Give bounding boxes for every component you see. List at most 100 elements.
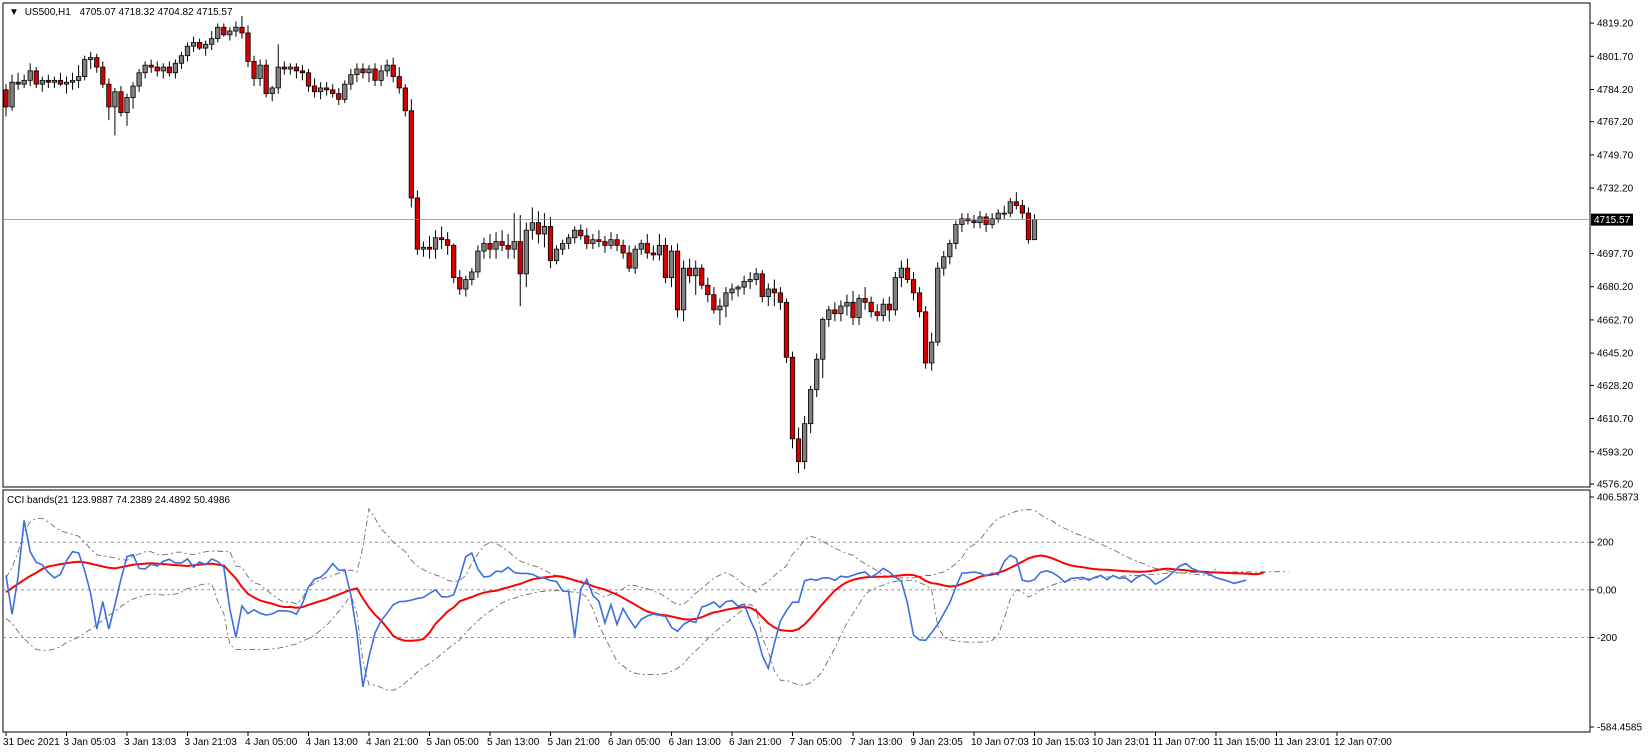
candle-body — [826, 309, 832, 320]
candle-body — [281, 66, 287, 70]
candle-body — [874, 311, 880, 316]
candle-body — [438, 237, 445, 241]
candle-body — [759, 273, 765, 297]
candle-body — [674, 250, 681, 311]
candle-body — [487, 243, 493, 250]
candle-body — [336, 93, 342, 100]
candle-body — [172, 62, 178, 74]
time-axis-label: 7 Jan 05:00 — [790, 737, 843, 748]
candle-body — [650, 252, 656, 256]
candle-body — [209, 38, 215, 45]
candle-body — [814, 358, 820, 390]
candle-body — [832, 309, 838, 315]
candle-body — [910, 279, 917, 294]
candle-body — [711, 294, 717, 311]
candle-body — [929, 341, 935, 364]
candle-body — [511, 241, 517, 250]
candle-body — [499, 241, 505, 246]
candle-body — [553, 248, 560, 261]
candle-body — [596, 239, 602, 242]
candle-body — [426, 246, 433, 250]
time-axis-label: 5 Jan 05:00 — [427, 737, 480, 748]
candle-body — [360, 68, 366, 74]
candle-body — [481, 243, 487, 252]
candle-body — [1007, 201, 1013, 214]
candle-body — [995, 212, 1001, 220]
time-axis-label: 6 Jan 13:00 — [669, 737, 722, 748]
candle-body — [457, 277, 463, 290]
candle-body — [717, 305, 723, 311]
candle-body — [1031, 219, 1038, 241]
candle-body — [293, 66, 300, 72]
candle-body — [263, 64, 269, 95]
candle-body — [112, 91, 118, 108]
triangle-down-icon: ▼ — [9, 7, 19, 18]
candle-body — [311, 85, 318, 93]
candle-body — [372, 68, 378, 81]
candle-body — [892, 277, 898, 311]
candle-body — [838, 305, 844, 315]
candle-body — [699, 267, 705, 286]
candle-body — [45, 79, 51, 83]
current-price-value: 4715.57 — [1594, 215, 1631, 226]
candle-body — [687, 267, 693, 277]
candle-body — [178, 55, 185, 64]
candle-body — [602, 241, 608, 246]
chart-symbol-header: ▼ US500,H1 4705.07 4718.32 4704.82 4715.… — [9, 7, 233, 18]
candle-body — [100, 66, 106, 85]
price-axis-label: 4662.70 — [1597, 315, 1634, 326]
candle-body — [130, 85, 136, 98]
price-axis-label: 4645.20 — [1597, 349, 1634, 360]
candle-body — [644, 243, 650, 254]
candle-body — [215, 26, 221, 40]
time-axis-label: 9 Jan 23:05 — [911, 737, 964, 748]
candle-body — [245, 32, 251, 62]
candle-body — [517, 241, 523, 275]
candle-body — [342, 83, 348, 100]
price-axis-label: 4593.20 — [1597, 447, 1634, 458]
candle-body — [233, 26, 239, 32]
candle-body — [94, 57, 100, 68]
indicator-axis-label: -200 — [1597, 633, 1617, 644]
candle-body — [390, 64, 396, 77]
price-axis-label: 4680.20 — [1597, 282, 1634, 293]
candle-body — [305, 72, 312, 87]
candle-body — [463, 279, 469, 290]
candle-body — [983, 216, 989, 225]
candle-body — [765, 288, 771, 297]
indicator-axis-label: 0.00 — [1597, 585, 1617, 596]
candle-body — [445, 239, 451, 246]
time-axis-label: 6 Jan 21:00 — [729, 737, 782, 748]
candle-body — [681, 267, 687, 311]
candle-body — [396, 76, 402, 89]
candle-body — [880, 303, 886, 316]
candle-body — [348, 74, 354, 85]
time-axis-label: 5 Jan 13:00 — [487, 737, 540, 748]
candle-body — [795, 438, 802, 463]
price-axis-label: 4801.70 — [1597, 52, 1634, 63]
candle-body — [862, 298, 868, 303]
time-axis-label: 3 Jan 05:03 — [64, 737, 117, 748]
candle-body — [63, 81, 70, 85]
candle-body — [868, 301, 874, 313]
candle-body — [850, 301, 856, 318]
indicator-axis-label: -584.4585 — [1597, 723, 1642, 734]
candle-body — [620, 244, 626, 254]
candle-body — [656, 244, 663, 256]
candle-body — [203, 43, 209, 49]
candle-body — [275, 66, 281, 89]
candle-body — [590, 239, 596, 244]
candle-body — [777, 292, 784, 303]
candle-body — [33, 70, 39, 85]
time-axis-label: 10 Jan 07:03 — [971, 737, 1029, 748]
candle-body — [735, 286, 741, 290]
candle-body — [753, 273, 759, 280]
candle-body — [184, 45, 191, 57]
candle-body — [547, 226, 554, 261]
time-axis-label: 4 Jan 05:00 — [245, 737, 298, 748]
candle-body — [21, 79, 27, 85]
candle-body — [378, 70, 384, 81]
candle-body — [541, 226, 548, 235]
time-axis-label: 31 Dec 2021 — [3, 737, 60, 748]
time-axis-label: 7 Jan 13:00 — [850, 737, 903, 748]
